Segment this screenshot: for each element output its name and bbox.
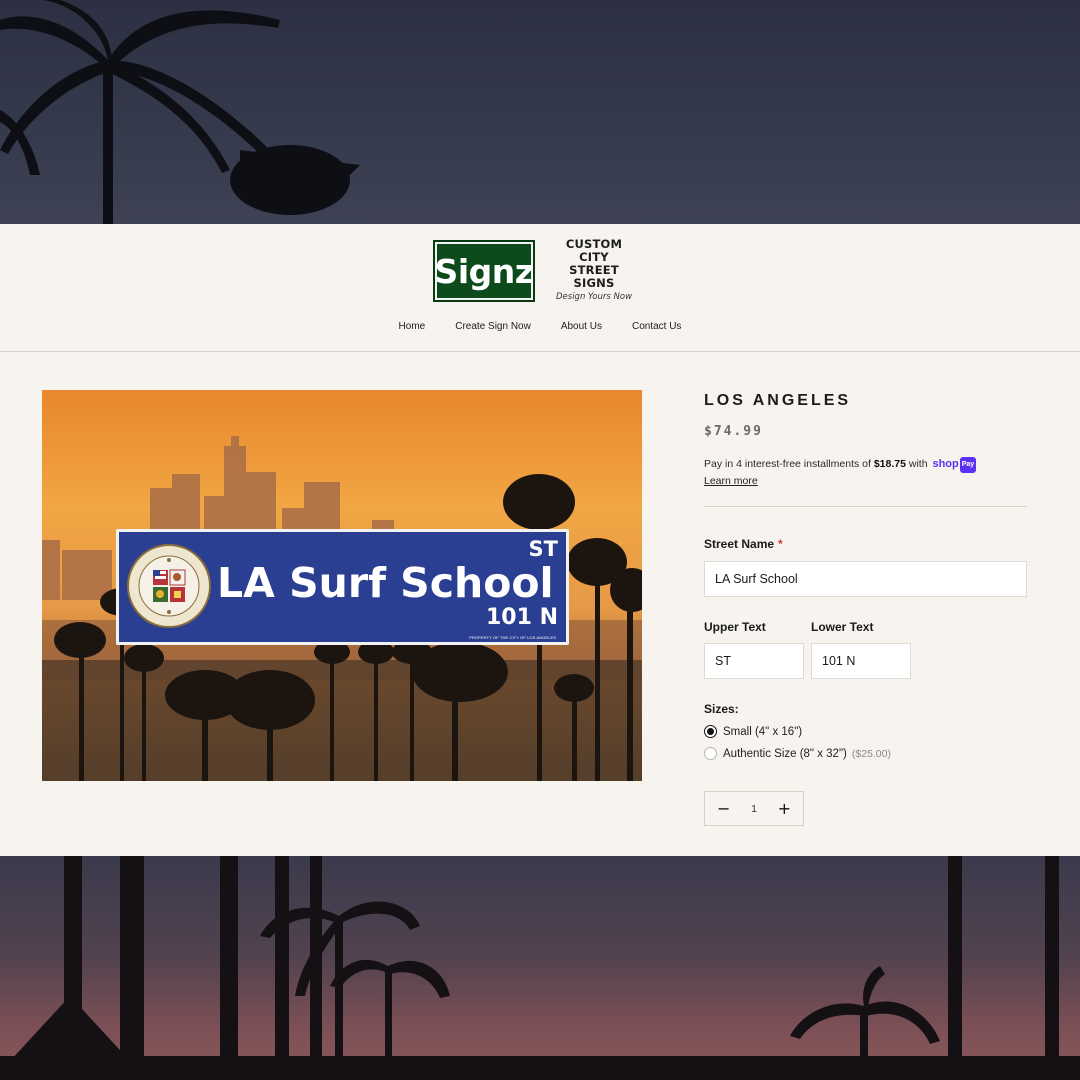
size-option-authentic[interactable]: Authentic Size (8" x 32") ($25.00) xyxy=(704,747,1028,760)
logo-tagline: CUSTOM CITY STREET SIGNS Design Yours No… xyxy=(551,238,637,304)
installments-prefix: Pay in 4 interest-free installments of xyxy=(704,458,874,470)
upper-text-label: Upper Text xyxy=(704,620,766,634)
street-name-label-text: Street Name xyxy=(704,537,775,551)
nav-item-contact[interactable]: Contact Us xyxy=(632,321,681,332)
quantity-plus-button[interactable]: + xyxy=(778,799,791,818)
street-name-label: Street Name * xyxy=(704,537,1028,551)
logo-tagline-line1: CUSTOM CITY xyxy=(565,237,623,264)
quantity-stepper: − 1 + xyxy=(704,791,804,826)
shop-pay-wordmark: shop xyxy=(932,458,959,470)
sign-property-text: PROPERTY OF THE CITY OF LOS ANGELES xyxy=(469,635,556,640)
background-photo-bottom xyxy=(0,856,1080,1080)
lower-text-field: Lower Text 101 N xyxy=(811,620,911,679)
nav-item-about[interactable]: About Us xyxy=(561,321,602,332)
product-image[interactable]: LA Surf School ST 101 N PROPERTY OF THE … xyxy=(42,390,642,781)
street-name-input[interactable]: LA Surf School xyxy=(704,561,1027,597)
shop-pay-logo-icon: shop Pay xyxy=(932,457,977,473)
logo-tagline-line3: Design Yours Now xyxy=(555,292,633,302)
lower-text-input[interactable]: 101 N xyxy=(811,643,911,679)
size-authentic-radio[interactable] xyxy=(704,747,717,760)
size-small-radio[interactable] xyxy=(704,725,717,738)
sign-main-text: LA Surf School xyxy=(217,559,554,607)
logo-sign-badge: Signz xyxy=(433,240,535,302)
background-photo-top xyxy=(0,0,1080,224)
main-panel: Signz CUSTOM CITY STREET SIGNS Design Yo… xyxy=(0,224,1080,856)
learn-more-link[interactable]: Learn more xyxy=(704,475,758,487)
nav-item-create-sign[interactable]: Create Sign Now xyxy=(455,321,531,332)
site-header: Signz CUSTOM CITY STREET SIGNS Design Yo… xyxy=(0,224,1080,352)
sign-upper-text: ST xyxy=(528,537,558,561)
product-title: LOS ANGELES xyxy=(704,392,852,409)
installments-note: Pay in 4 interest-free installments of $… xyxy=(704,456,1028,489)
site-logo[interactable]: Signz CUSTOM CITY STREET SIGNS Design Yo… xyxy=(433,238,637,304)
sizes-label: Sizes: xyxy=(704,702,739,716)
quantity-minus-button[interactable]: − xyxy=(717,799,730,818)
size-authentic-label: Authentic Size (8" x 32") xyxy=(723,747,847,760)
size-small-label: Small (4" x 16") xyxy=(723,725,803,738)
size-authentic-price: ($25.00) xyxy=(851,747,891,760)
product-info: LOS ANGELES $74.99 Pay in 4 interest-fre… xyxy=(704,392,1028,826)
la-city-seal-icon xyxy=(127,544,211,628)
required-mark: * xyxy=(778,537,783,551)
upper-lower-fields: Upper Text ST Lower Text 101 N xyxy=(704,620,1028,679)
info-divider xyxy=(704,506,1027,507)
logo-tagline-line2: STREET SIGNS xyxy=(569,263,619,290)
main-nav: Home Create Sign Now About Us Contact Us xyxy=(0,321,1080,332)
size-option-small[interactable]: Small (4" x 16") xyxy=(704,725,1028,738)
upper-text-field: Upper Text ST xyxy=(704,620,804,679)
street-sign-preview: LA Surf School ST 101 N PROPERTY OF THE … xyxy=(116,529,569,645)
installments-suffix: with xyxy=(905,458,931,470)
upper-text-input[interactable]: ST xyxy=(704,643,804,679)
sign-lower-text: 101 N xyxy=(486,605,558,630)
product-price: $74.99 xyxy=(704,424,763,439)
lower-text-label: Lower Text xyxy=(811,620,874,634)
installments-amount: $18.75 xyxy=(873,458,906,470)
shop-pay-pill: Pay xyxy=(959,457,977,473)
quantity-value[interactable]: 1 xyxy=(751,803,757,815)
nav-item-home[interactable]: Home xyxy=(399,321,426,332)
